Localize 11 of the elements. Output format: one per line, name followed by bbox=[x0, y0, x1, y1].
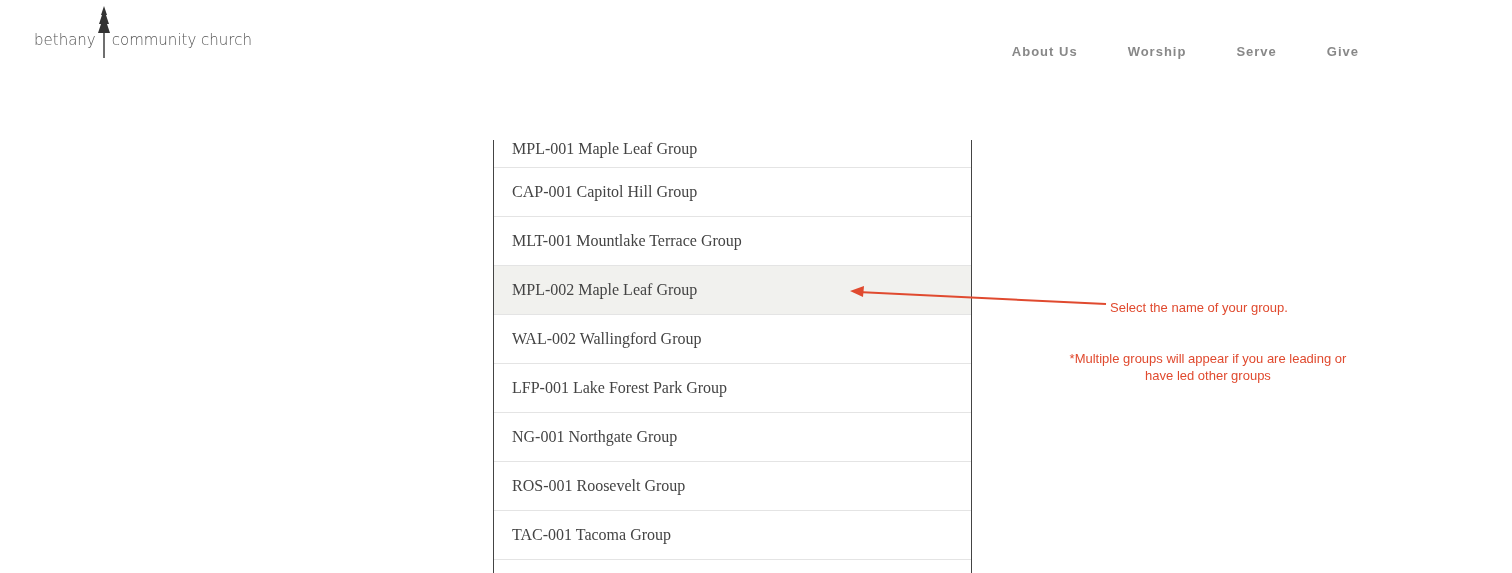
nav-link[interactable]: Worship bbox=[1102, 44, 1212, 59]
nav-link[interactable]: Serve bbox=[1211, 44, 1302, 59]
tree-icon bbox=[96, 6, 111, 58]
group-option[interactable]: MPL-002 Maple Leaf Group bbox=[494, 266, 971, 315]
nav-link[interactable]: Give bbox=[1301, 44, 1384, 59]
logo-text: community church bbox=[111, 33, 252, 51]
group-option[interactable]: MPL-001 Maple Leaf Group bbox=[494, 140, 971, 168]
instruction-text: Select the name of your group. bbox=[1110, 300, 1288, 315]
note-text: *Multiple groups will appear if you are leading or have led other groups bbox=[1068, 350, 1348, 384]
nav-link[interactable]: About Us bbox=[986, 44, 1103, 59]
logo-text: bethany bbox=[34, 33, 96, 51]
